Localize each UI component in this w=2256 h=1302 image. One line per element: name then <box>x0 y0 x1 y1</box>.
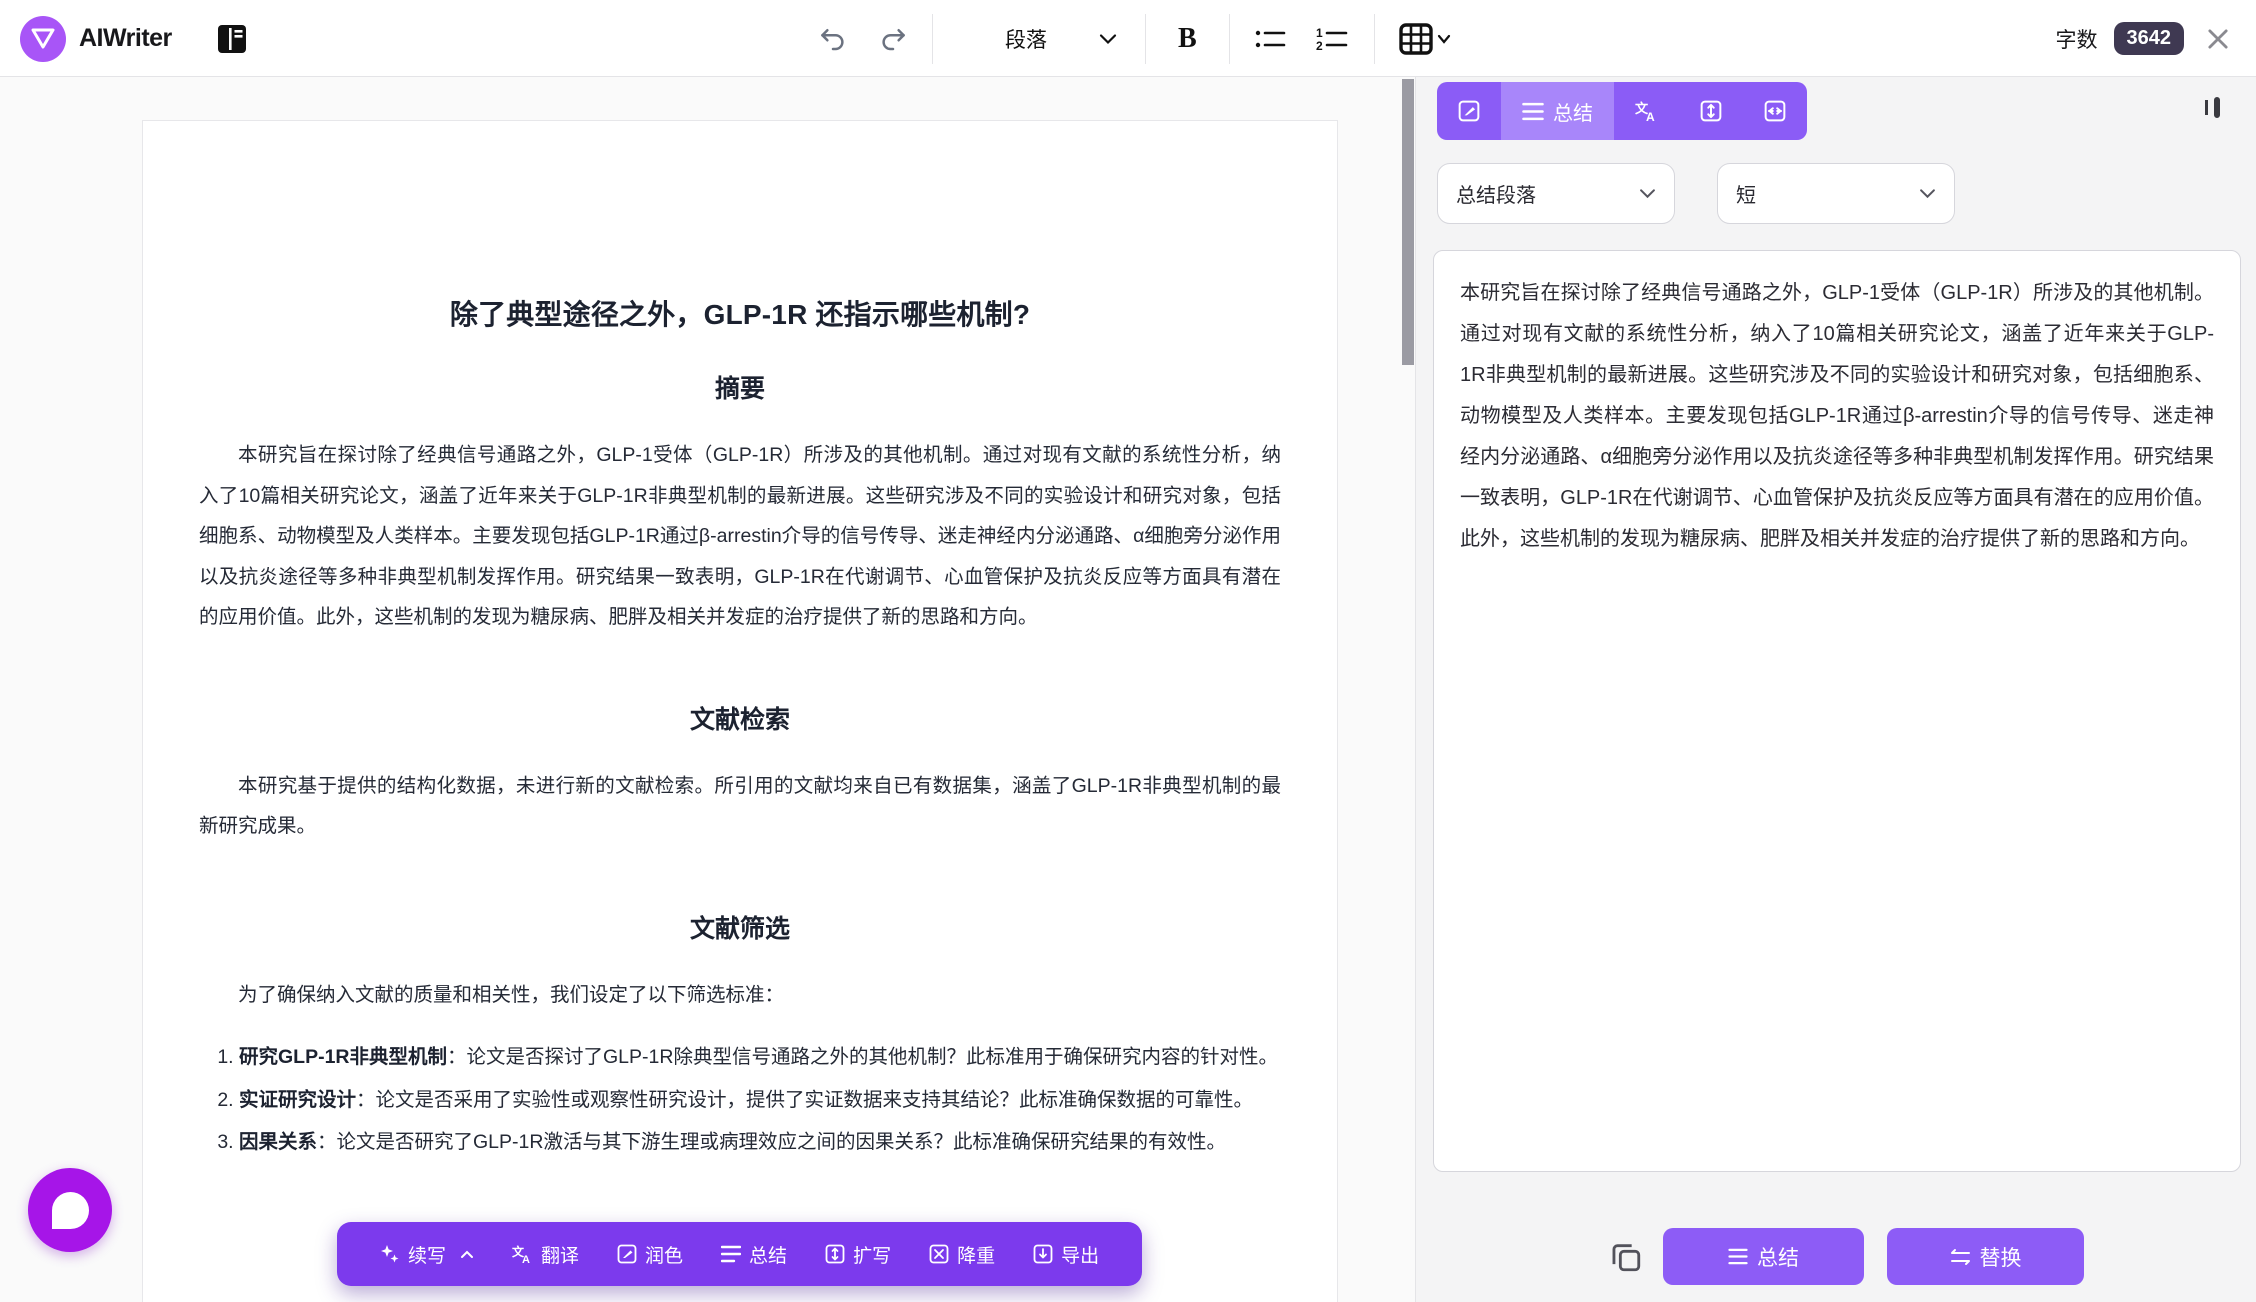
word-count-label: 字数 <box>2056 24 2098 54</box>
tab-expand[interactable] <box>1679 82 1743 140</box>
bold-button[interactable]: B <box>1164 23 1211 55</box>
numbered-list-button[interactable]: 12 <box>1310 18 1356 60</box>
sidebar-toggle-icon[interactable] <box>211 17 253 61</box>
editor-scrollbar[interactable] <box>1402 79 1414 365</box>
continue-writing-button[interactable]: 续写 <box>361 1241 493 1268</box>
length-value: 短 <box>1736 179 1919 208</box>
topbar-right: 字数 3642 <box>2056 0 2237 77</box>
tab-translate[interactable]: 文A <box>1614 82 1679 140</box>
svg-text:A: A <box>1646 110 1655 122</box>
undo-button[interactable] <box>812 18 854 60</box>
bullet-list-button[interactable] <box>1248 18 1294 60</box>
tab-label: 总结 <box>1553 97 1593 126</box>
svg-text:A: A <box>522 1254 530 1264</box>
toolbar-divider <box>1145 14 1146 64</box>
rewrite-button[interactable]: 降重 <box>910 1241 1014 1268</box>
polish-icon <box>617 1244 637 1264</box>
list-item: 实证研究设计：论文是否采用了实验性或观察性研究设计，提供了实证数据来支持其结论？… <box>239 1080 1281 1121</box>
panel-footer: 总结 替换 <box>1416 1228 2256 1286</box>
polish-button[interactable]: 润色 <box>598 1241 702 1268</box>
swap-icon <box>1950 1248 1971 1266</box>
summarize-icon <box>721 1245 741 1263</box>
toolbar-divider <box>1229 14 1230 64</box>
chat-widget-button[interactable] <box>28 1168 112 1252</box>
translate-icon: 文A <box>512 1244 533 1264</box>
abstract-heading: 摘要 <box>199 369 1281 405</box>
summarize-icon <box>1522 102 1544 121</box>
toolbar-divider <box>932 14 933 64</box>
abstract-paragraph: 本研究旨在探讨除了经典信号通路之外，GLP-1受体（GLP-1R）所涉及的其他机… <box>199 435 1281 638</box>
polish-icon <box>1458 100 1480 122</box>
summary-result-card[interactable]: 本研究旨在探讨除了经典信号通路之外，GLP-1受体（GLP-1R）所涉及的其他机… <box>1433 250 2241 1172</box>
list-item: 研究GLP-1R非典型机制：论文是否探讨了GLP-1R除典型信号通路之外的其他机… <box>239 1037 1281 1078</box>
tab-polish[interactable] <box>1437 82 1501 140</box>
editor-toolbar: 段落 B 12 <box>812 0 1457 77</box>
document-editor[interactable]: 除了典型途径之外，GLP-1R 还指示哪些机制? 摘要 本研究旨在探讨除了经典信… <box>0 77 1416 1302</box>
expand-button[interactable]: 扩写 <box>806 1241 910 1268</box>
close-icon[interactable] <box>2200 21 2236 57</box>
expand-icon <box>825 1244 845 1264</box>
list-item: 因果关系：论文是否研究了GLP-1R激活与其下游生理或病理效应之间的因果关系？此… <box>239 1122 1281 1163</box>
panel-collapse-icon[interactable] <box>2200 90 2234 124</box>
translate-button[interactable]: 文A 翻译 <box>493 1241 598 1268</box>
selection-toolbar: 续写 文A 翻译 润色 <box>337 1222 1142 1286</box>
chevron-down-icon <box>1639 188 1656 199</box>
svg-text:2: 2 <box>1316 39 1323 53</box>
svg-text:1: 1 <box>1316 26 1323 40</box>
aiwriter-app: AIWriter 段落 B <box>0 0 2256 1302</box>
filter-criteria-list: 研究GLP-1R非典型机制：论文是否探讨了GLP-1R除典型信号通路之外的其他机… <box>199 1037 1281 1163</box>
tab-shorten[interactable] <box>1743 82 1807 140</box>
app-title: AIWriter <box>79 24 172 53</box>
rewrite-icon <box>929 1244 949 1264</box>
export-icon <box>1033 1244 1053 1264</box>
chevron-up-icon <box>460 1250 474 1259</box>
shorten-icon <box>1764 100 1786 122</box>
paragraph-style-value: 段落 <box>961 24 1091 54</box>
scope-value: 总结段落 <box>1456 179 1639 208</box>
summary-scope-select[interactable]: 总结段落 <box>1437 163 1675 224</box>
summarize-action-button[interactable]: 总结 <box>1663 1228 1864 1285</box>
sparkles-icon <box>380 1244 400 1264</box>
translate-icon: 文A <box>1635 100 1658 122</box>
chat-bubble-icon <box>52 1192 89 1229</box>
aiwriter-logo-icon <box>20 16 66 62</box>
chevron-down-icon <box>1919 188 1936 199</box>
filter-intro: 为了确保纳入文献的质量和相关性，我们设定了以下筛选标准： <box>199 975 1281 1016</box>
ai-tools-tabbar: 总结 文A <box>1437 82 1807 140</box>
paragraph-style-dropdown[interactable]: 段落 <box>951 24 1127 54</box>
chevron-down-icon <box>1099 33 1117 45</box>
expand-icon <box>1700 100 1722 122</box>
word-count-badge: 3642 <box>2114 22 2185 55</box>
top-toolbar: AIWriter 段落 B <box>0 0 2256 77</box>
search-heading: 文献检索 <box>199 700 1281 736</box>
ai-assistant-panel: 总结 文A <box>1416 77 2256 1302</box>
document-title: 除了典型途径之外，GLP-1R 还指示哪些机制? <box>199 293 1281 333</box>
summary-text: 本研究旨在探讨除了经典信号通路之外，GLP-1受体（GLP-1R）所涉及的其他机… <box>1460 273 2214 560</box>
search-paragraph: 本研究基于提供的结构化数据，未进行新的文献检索。所引用的文献均来自已有数据集，涵… <box>199 766 1281 847</box>
filter-heading: 文献筛选 <box>199 909 1281 945</box>
redo-button[interactable] <box>872 18 914 60</box>
tab-summarize[interactable]: 总结 <box>1501 82 1614 140</box>
export-button[interactable]: 导出 <box>1014 1241 1118 1268</box>
summarize-button[interactable]: 总结 <box>702 1241 806 1268</box>
summary-length-select[interactable]: 短 <box>1717 163 1955 224</box>
copy-icon[interactable] <box>1609 1239 1645 1275</box>
brand: AIWriter <box>20 0 253 77</box>
replace-action-button[interactable]: 替换 <box>1887 1228 2084 1285</box>
document-page[interactable]: 除了典型途径之外，GLP-1R 还指示哪些机制? 摘要 本研究旨在探讨除了经典信… <box>142 120 1338 1302</box>
table-insert-button[interactable] <box>1393 16 1457 62</box>
toolbar-divider <box>1374 14 1375 64</box>
main-area: 除了典型途径之外，GLP-1R 还指示哪些机制? 摘要 本研究旨在探讨除了经典信… <box>0 77 2256 1302</box>
summarize-icon <box>1728 1248 1748 1265</box>
